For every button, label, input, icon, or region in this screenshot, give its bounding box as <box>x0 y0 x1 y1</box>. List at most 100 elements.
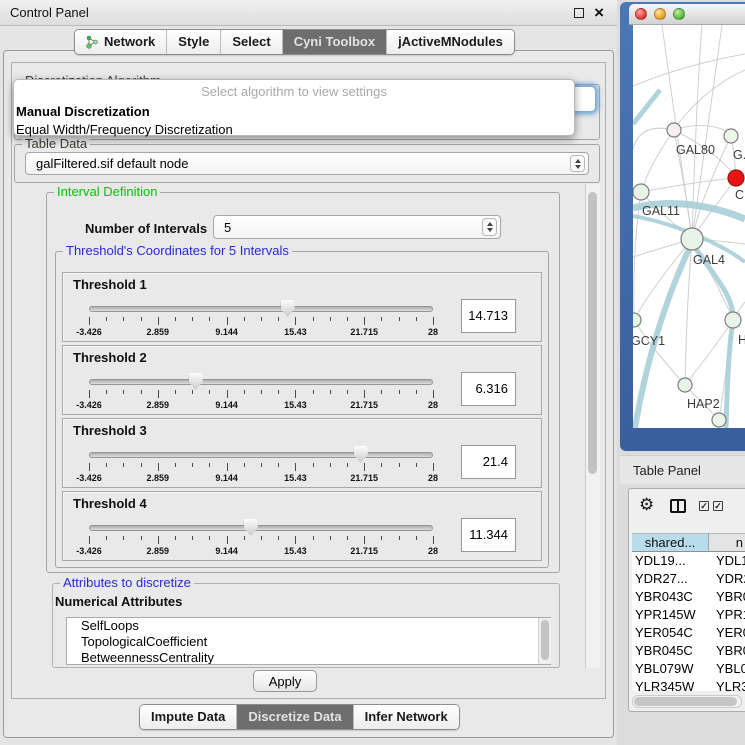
table-panel: ⚙ ✓ ✓ shared...nYDL19...YDL1YDR27...YDR2… <box>628 488 745 712</box>
table-row[interactable]: YER054CYER0 <box>632 624 745 642</box>
table-row[interactable]: YDL19...YDL1 <box>632 552 745 570</box>
slider-track[interactable] <box>89 379 433 385</box>
threshold-panel-2: Threshold 2-3.4262.8599.14415.4321.71528… <box>62 345 542 415</box>
network-node-label: HAP2 <box>687 397 720 411</box>
network-node-GAL11[interactable] <box>633 184 649 200</box>
close-traffic-light-icon[interactable] <box>635 8 647 20</box>
network-edge[interactable] <box>674 70 745 130</box>
zoom-traffic-light-icon[interactable] <box>673 8 685 20</box>
tab-label: Discretize Data <box>248 709 341 724</box>
network-node-GCY1[interactable] <box>633 313 641 327</box>
network-canvas[interactable]: GAL80G.CGAL11GAL4GCY1HHAP2 <box>633 25 745 428</box>
number-of-intervals-label: Number of Intervals <box>85 221 207 236</box>
slider-thumb[interactable] <box>189 373 203 390</box>
slider-ticks <box>89 390 433 399</box>
network-node-H[interactable] <box>725 312 741 328</box>
attributes-group: Attributes to discretize Numerical Attri… <box>52 583 560 668</box>
attribute-list-item[interactable]: SelfLoops <box>67 618 550 634</box>
network-edge[interactable] <box>633 54 745 86</box>
network-edge-thick[interactable] <box>633 90 660 124</box>
gear-icon[interactable]: ⚙ <box>639 496 654 513</box>
table-row[interactable]: YBL079WYBL0 <box>632 660 745 678</box>
slider-track[interactable] <box>89 306 433 312</box>
scrollbar-thumb[interactable] <box>541 620 549 660</box>
network-node-red-node[interactable] <box>728 170 744 186</box>
cell-shared-name: YER054C <box>632 624 709 642</box>
tab-label: Infer Network <box>365 709 448 724</box>
network-icon <box>86 35 99 49</box>
float-window-icon[interactable] <box>574 8 584 18</box>
network-node-label: C <box>735 188 744 202</box>
network-node-label: G. <box>733 148 745 162</box>
tab-cyni-toolbox[interactable]: Cyni Toolbox <box>282 30 386 54</box>
network-node-GAL80[interactable] <box>667 123 681 137</box>
tab-label: jActiveMNodules <box>398 34 503 49</box>
number-of-intervals-combobox[interactable]: 5 <box>213 215 501 239</box>
slider-thumb[interactable] <box>354 446 368 463</box>
table-horizontal-scrollbar[interactable] <box>632 695 742 708</box>
slider-track[interactable] <box>89 452 433 458</box>
slider-track[interactable] <box>89 525 433 531</box>
table-row[interactable]: YDR27...YDR2 <box>632 570 745 588</box>
threshold-value-field[interactable]: 6.316 <box>461 372 516 406</box>
network-node-HAP2[interactable] <box>678 378 692 392</box>
network-edge[interactable] <box>641 178 736 192</box>
table-row[interactable]: YBR045CYBR0 <box>632 642 745 660</box>
network-edge[interactable] <box>633 128 674 172</box>
slider-tick-labels: -3.4262.8599.14415.4321.71528 <box>89 400 433 412</box>
tab-jactivemnodules[interactable]: jActiveMNodules <box>386 30 514 54</box>
scrollbar-thumb[interactable] <box>588 192 597 474</box>
network-node-GAL4[interactable] <box>681 228 703 250</box>
network-edge[interactable] <box>641 130 674 192</box>
cell-name: YBR0 <box>709 642 745 660</box>
table-panel-titlebar: Table Panel <box>620 455 745 484</box>
attributes-list-scrollbar[interactable] <box>538 618 551 664</box>
tab-style[interactable]: Style <box>166 30 220 54</box>
apply-button[interactable]: Apply <box>253 670 317 692</box>
cell-name: YDR2 <box>709 570 745 588</box>
tab-discretize-data[interactable]: Discretize Data <box>236 705 352 729</box>
table-row[interactable]: YPR145WYPR1 <box>632 606 745 624</box>
cell-name: YLR3 <box>709 678 745 691</box>
tab-infer-network[interactable]: Infer Network <box>353 705 459 729</box>
scrollbar-thumb[interactable] <box>634 697 737 706</box>
checkbox-icon[interactable]: ✓ <box>713 501 723 511</box>
tab-network[interactable]: Network <box>75 30 166 54</box>
network-node-label: GAL4 <box>693 253 725 267</box>
numerical-attributes-label: Numerical Attributes <box>55 594 182 609</box>
control-panel-titlebar: Control Panel × <box>0 0 617 26</box>
cell-shared-name: YPR145W <box>632 606 709 624</box>
threshold-value-field[interactable]: 14.713 <box>461 299 516 333</box>
attribute-list-item[interactable]: TopologicalCoefficient <box>67 634 550 650</box>
threshold-panel-3: Threshold 3-3.4262.8599.14415.4321.71528… <box>62 418 542 488</box>
minimize-traffic-light-icon[interactable] <box>654 8 666 20</box>
network-view-window: GAL80G.CGAL11GAL4GCY1HHAP2 <box>620 2 745 451</box>
split-view-icon[interactable] <box>670 499 686 513</box>
dropdown-option-manual[interactable]: Manual Discretization <box>16 104 574 119</box>
cell-shared-name: YBR043C <box>632 588 709 606</box>
dropdown-option-equal-width[interactable]: Equal Width/Frequency Discretization <box>16 122 574 137</box>
network-node-node-partial[interactable] <box>712 413 726 427</box>
close-icon[interactable]: × <box>594 2 604 24</box>
column-header-shared-name[interactable]: shared... <box>632 533 709 552</box>
table-data-combobox[interactable]: galFiltered.sif default node <box>25 152 589 175</box>
table-row[interactable]: YBR043CYBR0 <box>632 588 745 606</box>
threshold-label: Threshold 3 <box>73 423 147 438</box>
control-panel-tabbar: NetworkStyleSelectCyni Toolbox jActiveMNo… <box>74 29 515 55</box>
combo-stepper-icon <box>570 155 585 172</box>
threshold-value-field[interactable]: 11.344 <box>461 518 516 552</box>
settings-vertical-scrollbar[interactable] <box>585 184 600 668</box>
threshold-value-field[interactable]: 21.4 <box>461 445 516 479</box>
network-node-label: GCY1 <box>633 334 665 348</box>
attribute-list-item[interactable]: BetweennessCentrality <box>67 650 550 665</box>
column-header-name[interactable]: n <box>709 533 745 552</box>
network-node-GAL3[interactable] <box>724 129 738 143</box>
checkbox-icon[interactable]: ✓ <box>699 501 709 511</box>
tab-impute-data[interactable]: Impute Data <box>140 705 236 729</box>
slider-thumb[interactable] <box>244 519 258 536</box>
numerical-attributes-list[interactable]: SelfLoopsTopologicalCoefficientBetweenne… <box>66 617 551 665</box>
slider-thumb[interactable] <box>281 300 295 317</box>
slider-ticks <box>89 317 433 326</box>
table-row[interactable]: YLR345WYLR3 <box>632 678 745 691</box>
tab-select[interactable]: Select <box>220 30 281 54</box>
